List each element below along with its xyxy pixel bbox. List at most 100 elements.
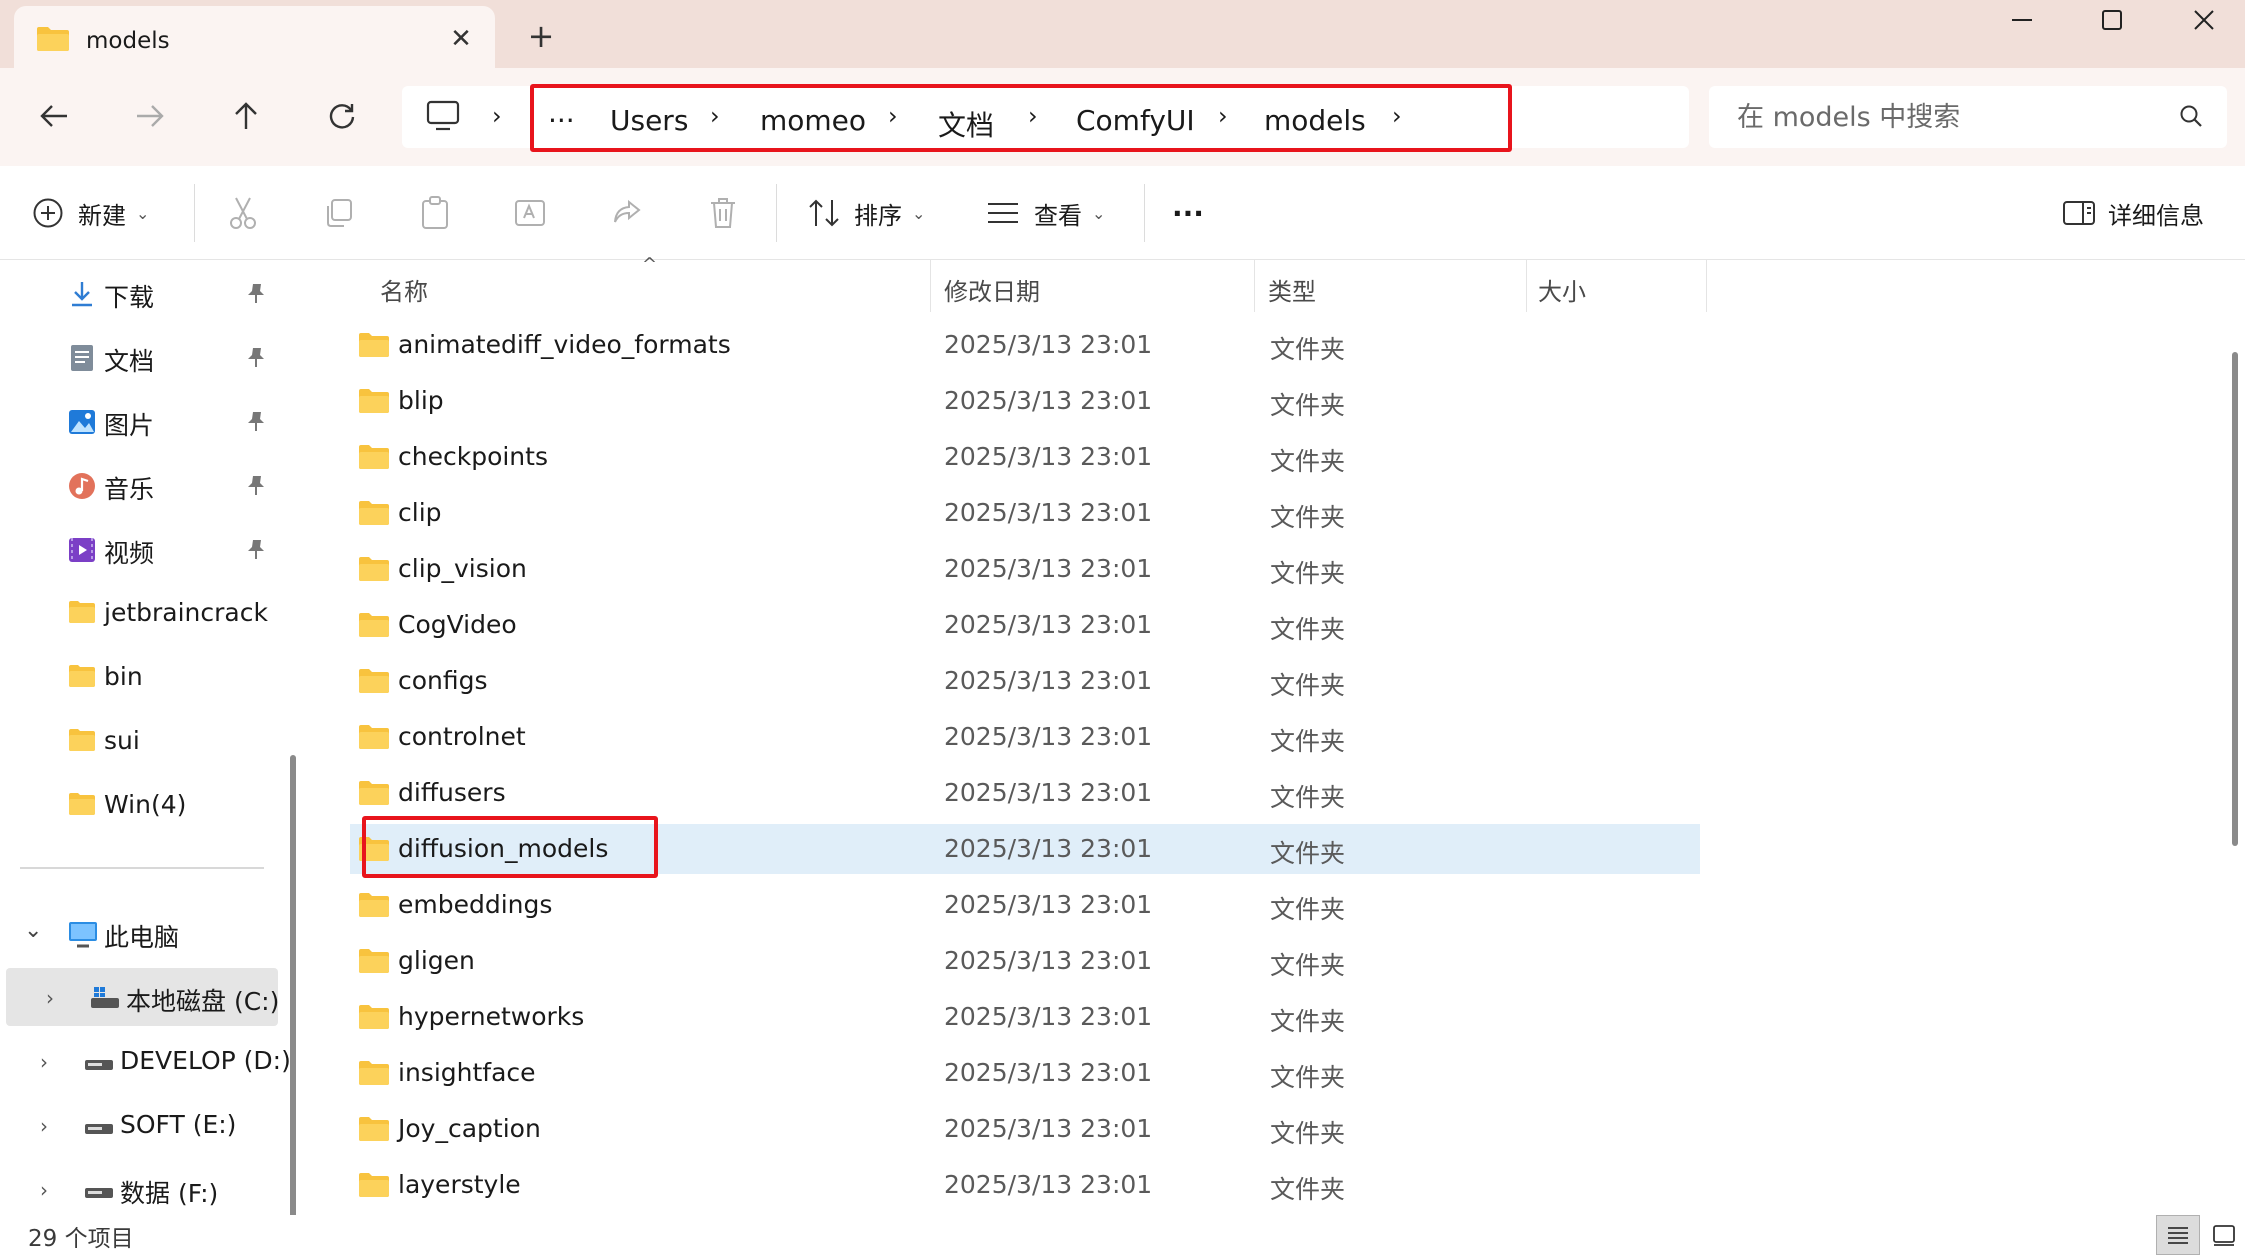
minimize-button[interactable] <box>1976 0 2068 40</box>
rename-button[interactable] <box>506 190 556 236</box>
pin-icon[interactable] <box>246 282 266 308</box>
more-options-button[interactable]: ··· <box>1172 190 1204 236</box>
breadcrumb-comfyui[interactable]: ComfyUI <box>1076 104 1195 137</box>
sidebar-item-documents[interactable]: 文档 <box>0 328 278 386</box>
column-header-type[interactable]: 类型 <box>1268 272 1316 307</box>
file-name[interactable]: hypernetworks <box>398 1002 584 1031</box>
chevron-right-icon[interactable]: › <box>492 102 502 130</box>
chevron-right-icon[interactable]: › <box>46 986 54 1010</box>
back-button[interactable] <box>26 88 82 144</box>
file-list-scrollbar[interactable] <box>2232 352 2238 846</box>
cut-button[interactable] <box>218 190 268 236</box>
table-row[interactable]: clip_vision 2025/3/13 23:01 文件夹 <box>350 544 1700 594</box>
table-row[interactable]: controlnet 2025/3/13 23:01 文件夹 <box>350 712 1700 762</box>
chevron-right-icon[interactable]: › <box>1218 102 1228 130</box>
file-name[interactable]: clip <box>398 498 442 527</box>
sidebar-item-videos[interactable]: 视频 <box>0 520 278 578</box>
forward-button[interactable] <box>122 88 178 144</box>
search-box[interactable] <box>1709 86 2227 148</box>
sort-button[interactable]: 排序 ⌄ <box>808 190 925 236</box>
sidebar-item-pictures[interactable]: 图片 <box>0 392 278 450</box>
chevron-down-icon[interactable]: ⌄ <box>24 918 42 943</box>
column-divider[interactable] <box>1706 260 1707 312</box>
sidebar-item-music[interactable]: 音乐 <box>0 456 278 514</box>
breadcrumb-documents[interactable]: 文档 <box>938 104 994 144</box>
table-row[interactable]: blip 2025/3/13 23:01 文件夹 <box>350 376 1700 426</box>
chevron-right-icon[interactable]: › <box>1392 102 1402 130</box>
sidebar-item-this-pc[interactable]: ⌄ 此电脑 <box>0 904 278 962</box>
file-name[interactable]: gligen <box>398 946 475 975</box>
share-button[interactable] <box>602 190 652 236</box>
chevron-right-icon[interactable]: › <box>1028 102 1038 130</box>
file-name[interactable]: CogVideo <box>398 610 517 639</box>
breadcrumb-overflow-button[interactable]: ··· <box>548 104 575 137</box>
refresh-button[interactable] <box>314 88 370 144</box>
new-tab-button[interactable]: + <box>522 18 560 56</box>
search-input[interactable] <box>1737 98 2167 136</box>
breadcrumb-momeo[interactable]: momeo <box>760 104 866 137</box>
view-button[interactable]: 查看 ⌄ <box>986 190 1105 236</box>
table-row[interactable]: embeddings 2025/3/13 23:01 文件夹 <box>350 880 1700 930</box>
sidebar-item-bin[interactable]: bin <box>0 648 278 706</box>
file-name[interactable]: controlnet <box>398 722 526 751</box>
sidebar-scrollbar[interactable] <box>290 755 296 1255</box>
table-row[interactable]: checkpoints 2025/3/13 23:01 文件夹 <box>350 432 1700 482</box>
new-button[interactable]: 新建 ⌄ <box>32 190 149 236</box>
sidebar-item-sui[interactable]: sui <box>0 712 278 770</box>
details-view-button[interactable] <box>2156 1215 2200 1255</box>
file-name[interactable]: embeddings <box>398 890 552 919</box>
chevron-right-icon[interactable]: › <box>40 1050 48 1074</box>
sidebar-item-drive-c[interactable]: › 本地磁盘 (C:) <box>6 968 279 1026</box>
sidebar-item-drive-e[interactable]: › SOFT (E:) <box>0 1096 278 1154</box>
chevron-right-icon[interactable]: › <box>888 102 898 130</box>
column-header-date[interactable]: 修改日期 <box>944 272 1040 307</box>
file-name[interactable]: insightface <box>398 1058 536 1087</box>
column-header-name[interactable]: 名称 <box>380 272 428 307</box>
chevron-right-icon[interactable]: › <box>40 1114 48 1138</box>
breadcrumb-models[interactable]: models <box>1264 104 1366 137</box>
table-row[interactable]: CogVideo 2025/3/13 23:01 文件夹 <box>350 600 1700 650</box>
sidebar-item-drive-f[interactable]: › 数据 (F:) <box>0 1160 278 1218</box>
sidebar-item-win4[interactable]: Win(4) <box>0 776 278 834</box>
computer-icon[interactable] <box>426 100 460 136</box>
maximize-button[interactable] <box>2066 0 2158 40</box>
close-tab-button[interactable]: ✕ <box>444 22 478 56</box>
column-divider[interactable] <box>1526 260 1527 312</box>
file-name[interactable]: Joy_caption <box>398 1114 541 1143</box>
delete-button[interactable] <box>698 190 748 236</box>
file-name[interactable]: clip_vision <box>398 554 527 583</box>
pin-icon[interactable] <box>246 410 266 436</box>
pin-icon[interactable] <box>246 538 266 564</box>
sidebar-item-downloads[interactable]: 下载 <box>0 264 278 322</box>
file-name[interactable]: configs <box>398 666 488 695</box>
tab-models[interactable]: models ✕ <box>14 6 495 68</box>
table-row[interactable]: insightface 2025/3/13 23:01 文件夹 <box>350 1048 1700 1098</box>
file-name[interactable]: blip <box>398 386 444 415</box>
chevron-right-icon[interactable]: › <box>710 102 720 130</box>
column-header-size[interactable]: 大小 <box>1538 272 1586 307</box>
pin-icon[interactable] <box>246 474 266 500</box>
table-row[interactable]: hypernetworks 2025/3/13 23:01 文件夹 <box>350 992 1700 1042</box>
table-row[interactable]: configs 2025/3/13 23:01 文件夹 <box>350 656 1700 706</box>
table-row[interactable]: diffusers 2025/3/13 23:01 文件夹 <box>350 768 1700 818</box>
address-bar[interactable]: › ··· Users › momeo › 文档 › ComfyUI › mod… <box>402 84 1689 152</box>
tiles-view-button[interactable] <box>2204 1215 2244 1255</box>
paste-button[interactable] <box>410 190 460 236</box>
copy-button[interactable] <box>314 190 364 236</box>
file-name[interactable]: diffusers <box>398 778 506 807</box>
file-name[interactable]: layerstyle <box>398 1170 521 1199</box>
table-row[interactable]: layerstyle 2025/3/13 23:01 文件夹 <box>350 1160 1700 1210</box>
up-button[interactable] <box>218 88 274 144</box>
table-row[interactable]: clip 2025/3/13 23:01 文件夹 <box>350 488 1700 538</box>
breadcrumb-users[interactable]: Users <box>610 104 688 137</box>
column-divider[interactable] <box>930 260 931 312</box>
pin-icon[interactable] <box>246 346 266 372</box>
chevron-right-icon[interactable]: › <box>40 1178 48 1202</box>
search-icon[interactable] <box>2179 104 2203 132</box>
details-pane-button[interactable]: 详细信息 <box>2062 190 2204 236</box>
file-name[interactable]: animatediff_video_formats <box>398 330 731 359</box>
sidebar-item-jetbraincrack[interactable]: jetbraincrack <box>0 584 278 642</box>
table-row[interactable]: gligen 2025/3/13 23:01 文件夹 <box>350 936 1700 986</box>
table-row[interactable]: Joy_caption 2025/3/13 23:01 文件夹 <box>350 1104 1700 1154</box>
table-row[interactable]: animatediff_video_formats 2025/3/13 23:01… <box>350 320 1700 370</box>
